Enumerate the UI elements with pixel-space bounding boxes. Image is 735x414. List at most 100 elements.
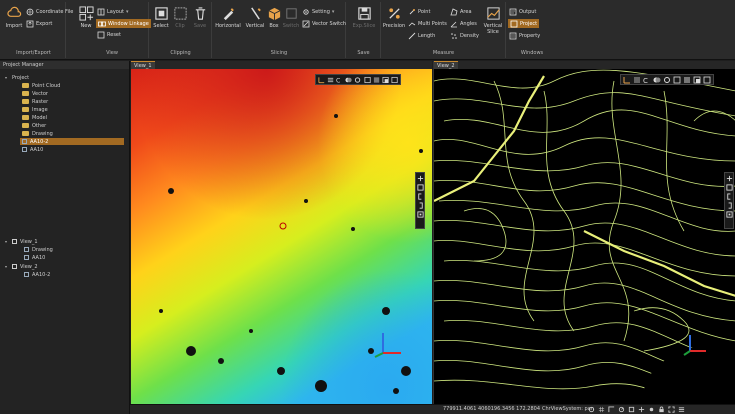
layout-icon: [97, 8, 105, 16]
osnap-icon[interactable]: [628, 406, 635, 413]
tree-view-1-drawing[interactable]: Drawing: [24, 246, 53, 253]
bracket-right-icon[interactable]: [417, 202, 424, 209]
view-top-icon[interactable]: [693, 76, 701, 84]
view-2-tabbar: [434, 61, 735, 69]
ortho-icon[interactable]: [608, 406, 615, 413]
polar-icon[interactable]: [618, 406, 625, 413]
lock-icon[interactable]: [658, 406, 665, 413]
tree-item-other[interactable]: Other: [22, 122, 46, 129]
axis-icon[interactable]: [318, 76, 325, 84]
layer-toggle-icon[interactable]: [327, 76, 334, 84]
group-view: New Layout ▾ Window Linkage Reset View: [76, 2, 151, 58]
fit-view-icon[interactable]: [416, 211, 424, 218]
elevation-point-cloud[interactable]: [131, 61, 432, 404]
view-side-icon[interactable]: [391, 76, 398, 84]
tree-item-image[interactable]: Image: [22, 106, 48, 113]
tab-view-2[interactable]: View_2: [434, 61, 458, 69]
tree-item-drawing[interactable]: Drawing: [22, 130, 53, 137]
menu-icon[interactable]: [678, 406, 685, 413]
settings-icon[interactable]: [648, 406, 655, 413]
layer-toggle-icon[interactable]: [633, 76, 641, 84]
area-button[interactable]: Area: [450, 8, 472, 16]
tree-view-1[interactable]: ▾ View_1: [5, 238, 38, 245]
status-icons: [588, 406, 685, 413]
bracket-left-icon[interactable]: [726, 193, 733, 200]
gear-icon[interactable]: [663, 76, 671, 84]
pan-icon[interactable]: [726, 175, 733, 182]
vector-switch-button[interactable]: Vector Switch: [302, 20, 346, 28]
expand-icon[interactable]: ▾: [5, 239, 10, 244]
box-slice-button[interactable]: Box: [267, 6, 281, 29]
view-front-icon[interactable]: [683, 76, 691, 84]
contour-map[interactable]: [434, 61, 735, 404]
view-1-viewport[interactable]: View_1 C: [131, 61, 432, 404]
scale-icon[interactable]: C: [336, 76, 343, 83]
axis-icon[interactable]: [623, 76, 631, 84]
new-view-button[interactable]: New: [78, 6, 94, 29]
tree-item-point-cloud[interactable]: Point Cloud: [22, 82, 60, 89]
box-view-icon[interactable]: [416, 184, 424, 191]
tree-item-model[interactable]: Model: [22, 114, 47, 121]
view-2-viewport[interactable]: View_2 C: [433, 61, 735, 404]
bracket-right-icon[interactable]: [726, 202, 733, 209]
import-button[interactable]: Import: [4, 6, 24, 29]
grid-icon[interactable]: [598, 406, 605, 413]
view-cube-icon[interactable]: [673, 76, 681, 84]
tree-project[interactable]: ▾ Project: [5, 74, 29, 81]
export-button[interactable]: Export: [26, 20, 52, 28]
project-window-button[interactable]: Project: [508, 19, 540, 28]
horizontal-slice-button[interactable]: Horizontal: [215, 6, 241, 29]
box-view-icon[interactable]: [725, 184, 733, 191]
density-button[interactable]: Density: [450, 32, 479, 40]
expand-icon[interactable]: ▾: [5, 75, 10, 80]
tree-item-raster[interactable]: Raster: [22, 98, 48, 105]
fit-view-icon[interactable]: [725, 211, 733, 218]
layout-dropdown[interactable]: Layout ▾: [97, 8, 129, 16]
view-side-icon[interactable]: [703, 76, 711, 84]
setting-dropdown[interactable]: Setting ▾: [302, 8, 334, 16]
expand-icon[interactable]: ▾: [5, 264, 10, 269]
scale-icon[interactable]: C: [643, 76, 651, 84]
select-button[interactable]: Select: [152, 6, 170, 29]
fullscreen-icon[interactable]: [668, 406, 675, 413]
angles-button[interactable]: Angles: [450, 20, 477, 28]
view-cube-icon[interactable]: [364, 76, 371, 84]
point-icon: [408, 8, 416, 16]
vertical-slice-button[interactable]: Vertical: [244, 6, 266, 29]
reset-icon: [97, 31, 105, 39]
cloud-import-icon: [6, 6, 22, 21]
property-window-button[interactable]: Property: [509, 32, 540, 40]
tree-item-vector[interactable]: Vector: [22, 90, 48, 97]
export-slice-button[interactable]: Exp.Slice: [350, 6, 378, 29]
tree-view-2-aa10-2[interactable]: AA10-2: [24, 271, 50, 278]
output-window-button[interactable]: Output: [509, 8, 536, 16]
pan-icon[interactable]: [417, 175, 424, 182]
point-cloud-icon: [22, 147, 27, 152]
point-measure-button[interactable]: Point: [408, 8, 430, 16]
coordinate-file-button[interactable]: Coordinate File: [26, 8, 73, 16]
view-top-icon[interactable]: [382, 76, 389, 84]
window-linkage-button[interactable]: Window Linkage: [96, 19, 151, 28]
group-label: Import/Export: [16, 50, 51, 56]
bracket-left-icon[interactable]: [417, 193, 424, 200]
track-icon[interactable]: [638, 406, 645, 413]
view-front-icon[interactable]: [373, 76, 380, 84]
clip-button[interactable]: Clip: [172, 6, 188, 29]
reset-button[interactable]: Reset: [97, 31, 121, 39]
tree-item-aa10-2[interactable]: AA10-2: [20, 138, 124, 145]
length-button[interactable]: Length: [408, 32, 435, 40]
switch-slice-button[interactable]: Switch: [283, 6, 299, 29]
multi-points-button[interactable]: Multi Points: [408, 20, 447, 28]
vertical-slice-measure-button[interactable]: Vertical Slice: [482, 6, 504, 35]
tab-view-1[interactable]: View_1: [131, 61, 155, 69]
tree-view-2[interactable]: ▾ View_2: [5, 263, 38, 270]
group-save: Exp.Slice Save: [347, 2, 381, 58]
snap-icon[interactable]: [588, 406, 595, 413]
tree-view-1-aa10[interactable]: AA10: [24, 254, 45, 261]
color-mode-icon[interactable]: [345, 76, 352, 84]
tree-item-aa10[interactable]: AA10: [22, 146, 43, 153]
color-mode-icon[interactable]: [653, 76, 661, 84]
clip-save-button[interactable]: Save: [192, 6, 208, 29]
gear-icon[interactable]: [354, 76, 361, 84]
precision-button[interactable]: Precision: [382, 6, 406, 29]
